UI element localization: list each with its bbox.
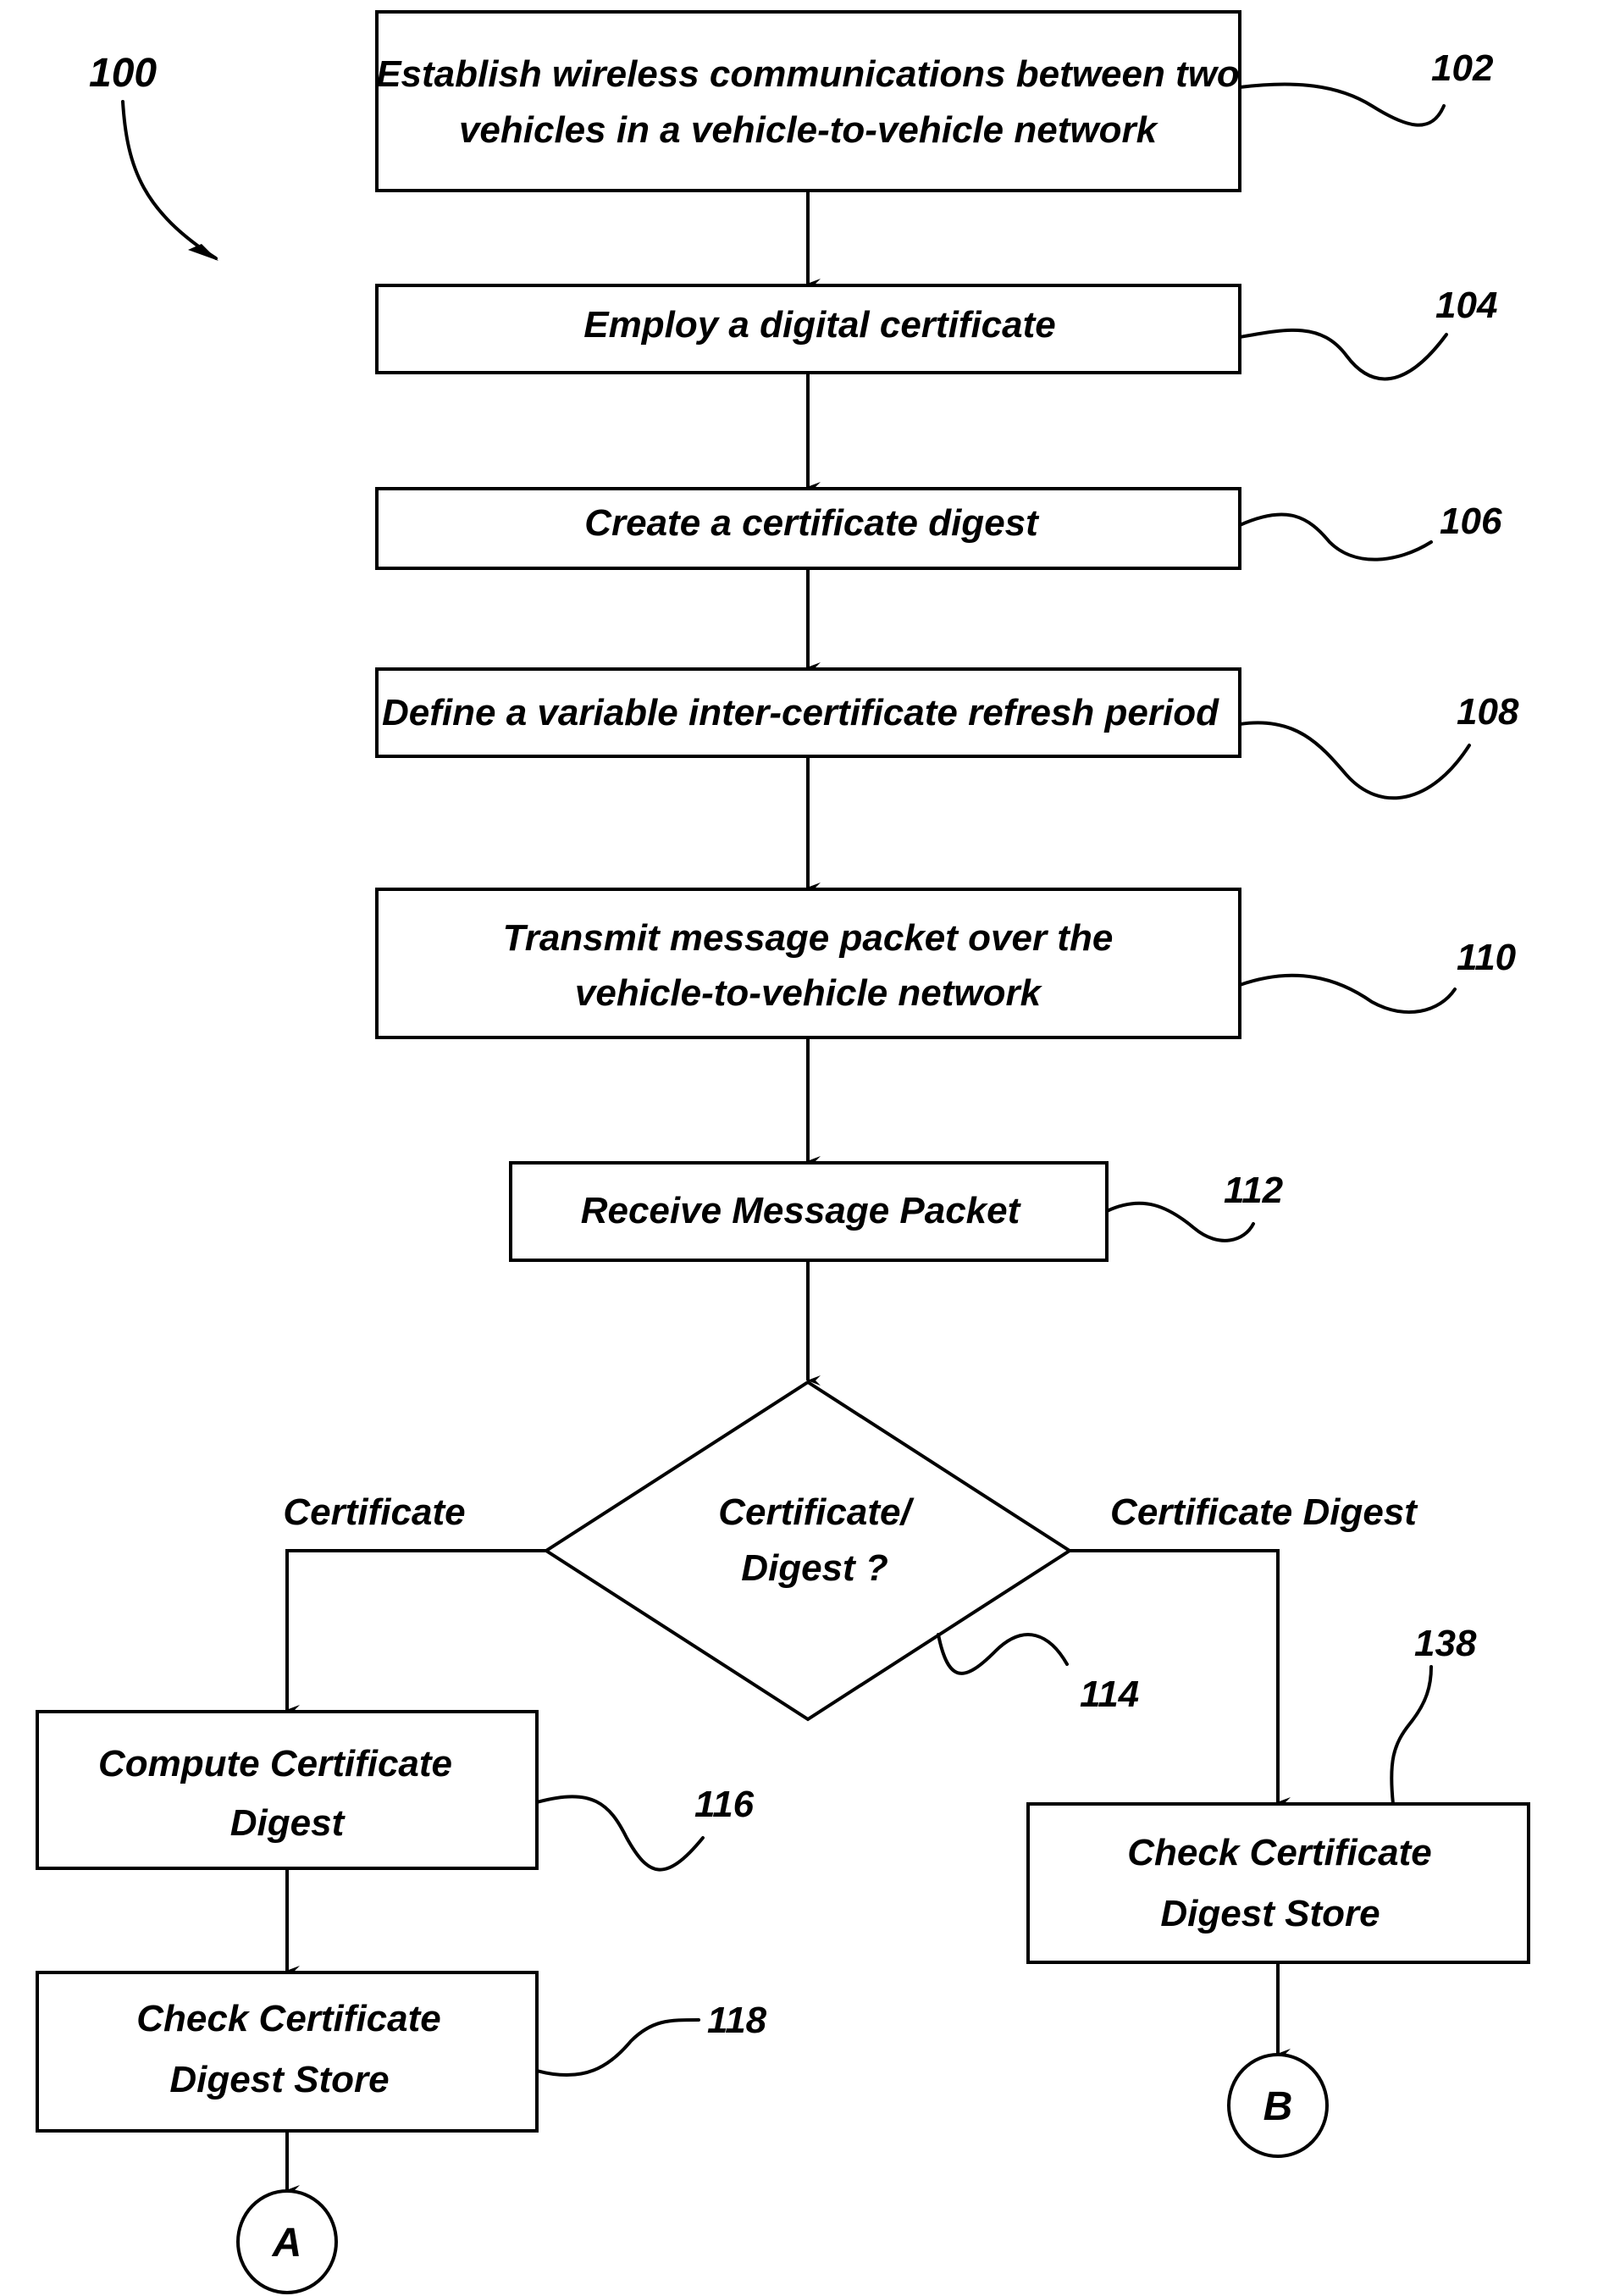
branch-certificate-arrow (285, 1549, 546, 1715)
step-138: Check Certificate Digest Store (1026, 1802, 1530, 1964)
figure-reference-arrow (121, 100, 218, 260)
leader-116 (535, 1795, 705, 1872)
step-110-line-1: Transmit message packet over the (503, 917, 1114, 959)
ref-114-label: 114 (1080, 1674, 1139, 1715)
leader-106 (1238, 512, 1433, 562)
ref-118: 118 (707, 2000, 767, 2041)
leader-138 (1390, 1665, 1433, 1806)
decision-line-2: Digest ? (741, 1547, 888, 1589)
ref-104: 104 (1435, 285, 1497, 326)
step-108-text: Define a variable inter-certificate refr… (382, 692, 1219, 733)
step-118: Check Certificate Digest Store (36, 1971, 539, 2133)
step-112-text: Receive Message Packet (581, 1190, 1022, 1231)
connector-a: A (236, 2189, 338, 2294)
connector-a-label: A (272, 2221, 302, 2266)
step-108: Define a variable inter-certificate refr… (375, 667, 1241, 758)
step-116-line-2: Digest (230, 1802, 346, 1844)
step-118-line-2: Digest Store (169, 2059, 389, 2100)
ref-138: 138 (1414, 1623, 1477, 1664)
step-116: Compute Certificate Digest (36, 1710, 539, 1870)
ref-110: 110 (1457, 937, 1517, 978)
step-138-line-1: Check Certificate (1127, 1832, 1431, 1873)
step-106: Create a certificate digest (375, 487, 1241, 570)
connector-b-label: B (1263, 2084, 1293, 2129)
figure-reference-arrowhead-icon (188, 244, 218, 261)
branch-label-certificate-digest: Certificate Digest (1110, 1491, 1418, 1533)
connector-b: B (1227, 2053, 1329, 2158)
figure-reference-number: 100 (89, 51, 157, 96)
leader-108 (1238, 721, 1471, 800)
leader-118 (535, 2018, 700, 2077)
leader-110 (1238, 973, 1457, 1015)
step-138-line-2: Digest Store (1160, 1893, 1380, 1934)
flowchart-figure: 100 Establish wireless communications be… (0, 0, 1598, 2296)
step-104: Employ a digital certificate (375, 284, 1241, 374)
ref-108: 108 (1457, 691, 1519, 733)
step-112: Receive Message Packet (509, 1161, 1109, 1262)
step-106-text: Create a certificate digest (584, 502, 1040, 544)
step-116-line-1: Compute Certificate (98, 1743, 452, 1784)
step-110-line-2: vehicle-to-vehicle network (575, 972, 1043, 1014)
decision-line-1: Certificate/ (718, 1491, 915, 1533)
step-110: Transmit message packet over the vehicle… (375, 888, 1241, 1039)
ref-106: 106 (1440, 501, 1502, 542)
flowchart-canvas: 100 Establish wireless communications be… (36, 10, 1530, 2294)
step-102: Establish wireless communications betwee… (375, 10, 1241, 192)
step-104-text: Employ a digital certificate (583, 304, 1056, 346)
step-102-line-2: vehicles in a vehicle-to-vehicle network (459, 109, 1159, 151)
leader-104 (1238, 328, 1448, 381)
leader-114 (937, 1633, 1069, 1675)
step-118-line-1: Check Certificate (136, 1998, 440, 2039)
step-102-line-1: Establish wireless communications betwee… (376, 53, 1240, 95)
ref-112: 112 (1224, 1170, 1284, 1211)
branch-label-certificate: Certificate (283, 1491, 465, 1533)
decision-114: Certificate/ Digest ? (543, 1380, 1073, 1722)
ref-116: 116 (694, 1784, 755, 1825)
leader-102 (1238, 82, 1446, 127)
ref-102: 102 (1431, 47, 1494, 89)
